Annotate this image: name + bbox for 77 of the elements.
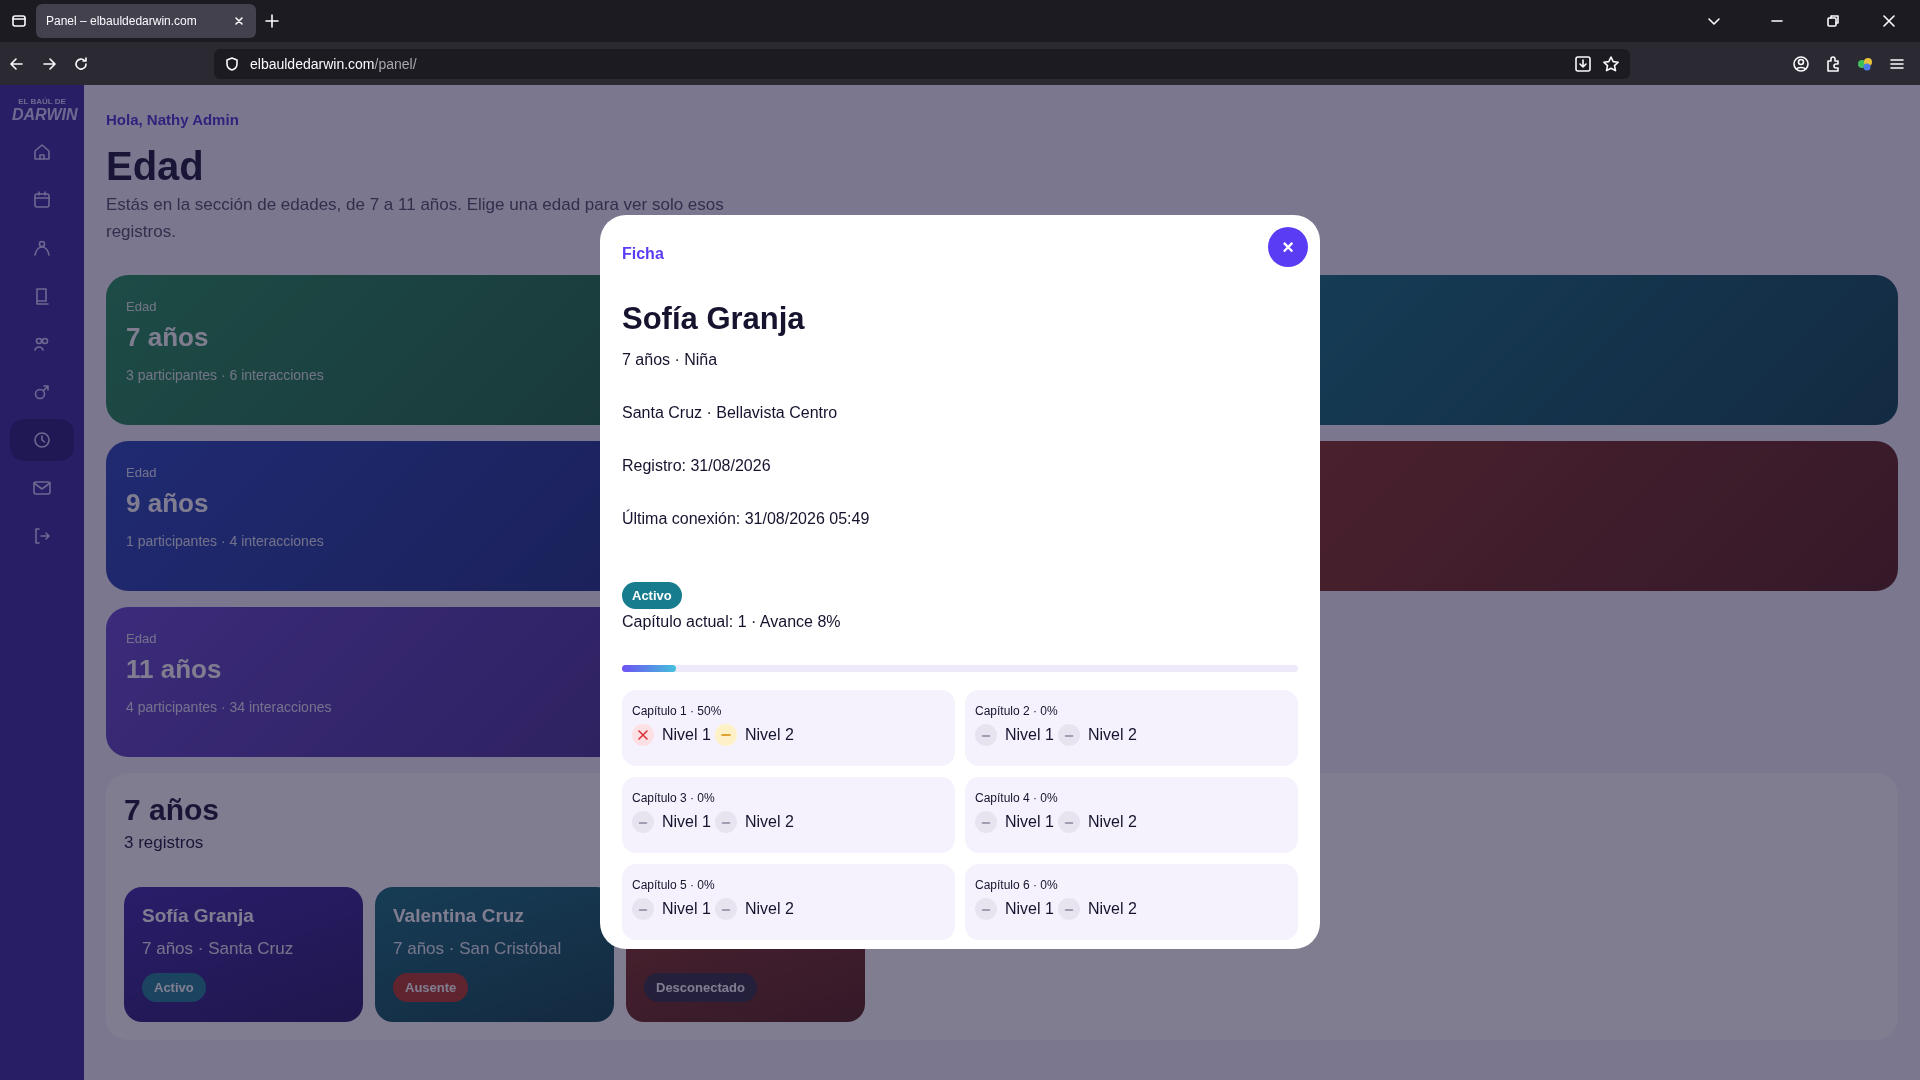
level-label: Nivel 1 — [1005, 726, 1054, 744]
progress-text: Capítulo actual: 1 · Avance 8% — [622, 613, 841, 631]
dash-icon — [632, 811, 654, 833]
card-title: 7 años — [126, 322, 209, 353]
card-title: 11 años — [126, 654, 222, 685]
student-card[interactable]: Valentina Cruz 7 años · San Cristóbal Ausente — [375, 887, 614, 1022]
level-label: Nivel 2 — [744, 900, 794, 918]
chapter-title: Capítulo 6 · 0% — [975, 878, 1059, 892]
card-label: Edad — [126, 631, 157, 646]
level-label: Nivel 2 — [744, 726, 794, 744]
dash-icon — [1057, 811, 1080, 833]
greeting: Hola, Nathy Admin — [106, 111, 239, 128]
restore-icon[interactable] — [1826, 14, 1840, 28]
tab-list-icon[interactable] — [10, 12, 28, 30]
new-tab-icon[interactable] — [264, 13, 280, 29]
status-badge: Activo — [622, 582, 682, 609]
dash-icon — [975, 898, 997, 920]
detail-line: 7 años · Niña — [622, 351, 718, 369]
card-stats: 4 participantes · 34 interacciones — [126, 699, 332, 715]
chapter-title: Capítulo 3 · 0% — [632, 791, 716, 805]
dash-icon — [1057, 724, 1080, 746]
student-name: Valentina Cruz — [393, 905, 524, 927]
download-icon[interactable] — [1574, 54, 1592, 73]
status-badge: Activo — [142, 973, 206, 1002]
cross-icon — [632, 724, 654, 746]
star-icon[interactable] — [1602, 54, 1620, 73]
dash-icon — [975, 724, 997, 746]
calendar-icon — [31, 188, 53, 211]
record-count: 3 registros — [124, 833, 204, 853]
student-info: 7 años · San Cristóbal — [393, 939, 562, 959]
shield-icon — [224, 55, 240, 72]
card-label: Edad — [126, 465, 157, 480]
status-badge: Ausente — [393, 973, 469, 1002]
close-icon[interactable] — [1882, 14, 1896, 28]
card-stats: 3 participantes · 6 interacciones — [126, 367, 324, 383]
level-label: Nivel 2 — [744, 813, 794, 831]
tab-title: Panel – elbauldedarwin.com — [46, 14, 197, 28]
close-button[interactable]: × — [1268, 227, 1308, 267]
dash-icon — [714, 811, 737, 833]
level-label: Nivel 1 — [1005, 900, 1054, 918]
reload-icon[interactable] — [72, 54, 90, 73]
dialog-eyebrow: Ficha — [622, 245, 664, 263]
dash-icon — [632, 898, 654, 920]
level-label: Nivel 1 — [662, 900, 711, 918]
extensions-icon[interactable] — [1824, 54, 1842, 73]
detail-line: Registro: 31/08/2026 — [622, 457, 771, 475]
url-text: elbauldedarwin.com/panel/ — [250, 55, 417, 72]
section-title: 7 años — [124, 793, 220, 827]
dash-icon — [975, 811, 997, 833]
level-label: Nivel 1 — [662, 726, 711, 744]
detail-line: Santa Cruz · Bellavista Centro — [622, 404, 838, 422]
account-icon[interactable] — [1792, 54, 1810, 73]
close-icon[interactable] — [232, 14, 246, 28]
detail-line: Última conexión: 31/08/2026 05:49 — [622, 510, 870, 528]
dash-icon — [714, 724, 737, 746]
level-label: Nivel 1 — [1005, 813, 1054, 831]
nav-item[interactable] — [10, 418, 74, 461]
student-name: Sofía Granja — [142, 905, 254, 927]
dash-icon — [714, 898, 737, 920]
card-label: Edad — [126, 299, 157, 314]
chapter-title: Capítulo 1 · 50% — [632, 704, 723, 718]
status-badge: Desconectado — [644, 973, 757, 1002]
student-name: Sofía Granja — [622, 301, 805, 337]
card-title: 9 años — [126, 488, 209, 519]
level-label: Nivel 2 — [1087, 900, 1137, 918]
level-label: Nivel 1 — [662, 813, 711, 831]
student-info: 7 años · Santa Cruz — [142, 939, 294, 959]
address-bar[interactable]: elbauldedarwin.com/panel/ — [214, 48, 1630, 79]
level-label: Nivel 2 — [1087, 726, 1137, 744]
section-description: Estás en la sección de edades, de 7 a 11 años. Elige una edad para ver solo esos registros. — [106, 194, 725, 243]
page-title: Edad — [106, 144, 204, 188]
dash-icon — [1057, 898, 1080, 920]
chapter-title: Capítulo 4 · 0% — [975, 791, 1059, 805]
level-label: Nivel 2 — [1087, 813, 1137, 831]
card-stats: 1 participantes · 4 interacciones — [126, 533, 324, 549]
browser-tab[interactable]: Panel – elbauldedarwin.com — [36, 4, 256, 38]
student-card[interactable]: Sofía Granja 7 años · Santa Cruz Activo — [124, 887, 363, 1022]
